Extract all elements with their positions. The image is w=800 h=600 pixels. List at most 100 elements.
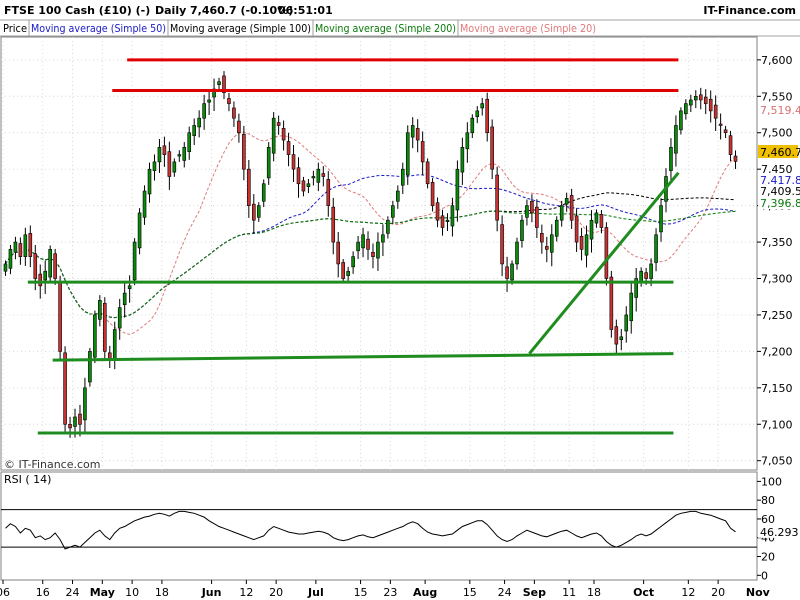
candle-down <box>718 123 723 126</box>
chart-frame <box>0 36 758 581</box>
candle-down <box>728 135 733 155</box>
candle-down <box>698 94 703 101</box>
candle-up <box>405 132 410 176</box>
candle-up <box>261 183 266 202</box>
instrument-title: FTSE 100 Cash (£10) (-) <box>4 4 150 17</box>
candle-up <box>693 96 698 101</box>
candle-up <box>649 263 653 279</box>
x-tick-label: Aug <box>413 586 437 599</box>
candle-up <box>475 110 480 118</box>
candle-down <box>430 182 435 206</box>
candle-up <box>127 285 132 290</box>
candle-down <box>366 238 370 250</box>
candle-down <box>599 214 604 228</box>
legend: Price Moving average (Simple 50) Moving av… <box>0 19 800 37</box>
x-tick-label: Nov <box>746 586 771 599</box>
candle-down <box>579 235 584 250</box>
candle-up <box>316 168 321 183</box>
candle-down <box>107 352 112 359</box>
brand-label: IT-Finance.com <box>703 4 796 17</box>
candle-up <box>549 234 554 253</box>
support-line <box>52 352 674 362</box>
candle-up <box>217 81 221 85</box>
rsi-tick-label: 20 <box>761 551 775 564</box>
candle-up <box>122 292 127 306</box>
candle-up <box>460 147 465 173</box>
candle-down <box>247 168 251 206</box>
candle-up <box>525 205 529 218</box>
y-tick-label: 7,350 <box>761 236 793 249</box>
price-tag-label: 7,519.4 <box>760 104 800 117</box>
candle-down <box>58 281 62 352</box>
candle-up <box>589 219 594 240</box>
x-tick-label: 10 <box>125 586 139 599</box>
candle-up <box>48 249 52 278</box>
price-tag-label: 7,460.7 <box>760 146 800 159</box>
rsi-tag-label: 46.293 <box>760 526 799 539</box>
candle-up <box>356 241 360 252</box>
candle-up <box>256 205 261 218</box>
watermark: © IT-Finance.com <box>4 458 101 471</box>
candle-up <box>152 161 157 171</box>
candle-up <box>659 205 663 233</box>
candle-down <box>296 167 301 185</box>
candle-down <box>505 266 509 279</box>
candle-down <box>535 206 539 228</box>
rsi-panel: 10080604020046.293 <box>1 475 799 582</box>
candle-down <box>530 200 534 214</box>
candles <box>3 71 738 438</box>
moving-averages <box>5 131 736 335</box>
candle-up <box>554 219 559 237</box>
candle-down <box>440 215 445 228</box>
rsi-line <box>5 510 736 550</box>
candle-down <box>38 273 43 287</box>
candle-down <box>33 253 38 279</box>
candle-up <box>564 198 569 205</box>
y-tick-label: 7,150 <box>761 382 793 395</box>
candle-down <box>331 206 336 243</box>
candle-up <box>624 314 629 332</box>
candle-up <box>684 103 688 115</box>
y-tick-label: 7,200 <box>761 345 793 358</box>
candle-down <box>252 203 256 221</box>
candle-up <box>93 314 97 358</box>
candle-down <box>485 98 489 134</box>
candle-up <box>132 241 137 281</box>
candle-up <box>619 336 624 341</box>
rsi-label: RSI ( 14) <box>4 473 51 486</box>
legend-item: Moving average (Simple 100) <box>170 22 311 35</box>
period-label: Daily <box>155 4 186 17</box>
candle-up <box>306 183 311 187</box>
candle-up <box>271 117 276 154</box>
candle-up <box>202 103 206 119</box>
candle-up <box>455 168 460 211</box>
y-tick-label: 7,250 <box>761 309 793 322</box>
candle-down <box>63 352 67 425</box>
candle-down <box>276 122 281 126</box>
candle-down <box>291 154 296 170</box>
rsi-tick-label: 100 <box>761 475 782 488</box>
candle-down <box>569 195 574 221</box>
candle-down <box>420 141 425 163</box>
candle-down <box>103 302 107 352</box>
candle-down <box>574 215 579 243</box>
legend-item: Moving average (Simple 200) <box>315 22 456 35</box>
candle-up <box>376 241 380 259</box>
time-axis: 06 16 24 May 10 18 Jun 12 20 Jul 15 23 Aug 15 24 Sep 11 1… <box>0 580 771 599</box>
price-tags: 7,519.47,460.77,417.87,409.57,396.8 <box>758 103 800 210</box>
legend-item: Price <box>3 22 27 35</box>
candle-up <box>669 147 673 171</box>
candle-down <box>18 243 23 257</box>
candle-up <box>361 234 365 249</box>
candle-down <box>614 326 619 345</box>
x-tick-label: 20 <box>711 586 725 599</box>
candle-down <box>301 180 306 192</box>
candle-up <box>450 205 455 227</box>
ma-20-line <box>5 131 736 335</box>
candle-down <box>713 104 718 119</box>
candle-down <box>500 224 504 265</box>
candle-up <box>112 329 117 359</box>
candle-down <box>540 233 544 243</box>
ma-50-line <box>5 174 736 319</box>
candle-up <box>182 147 187 161</box>
